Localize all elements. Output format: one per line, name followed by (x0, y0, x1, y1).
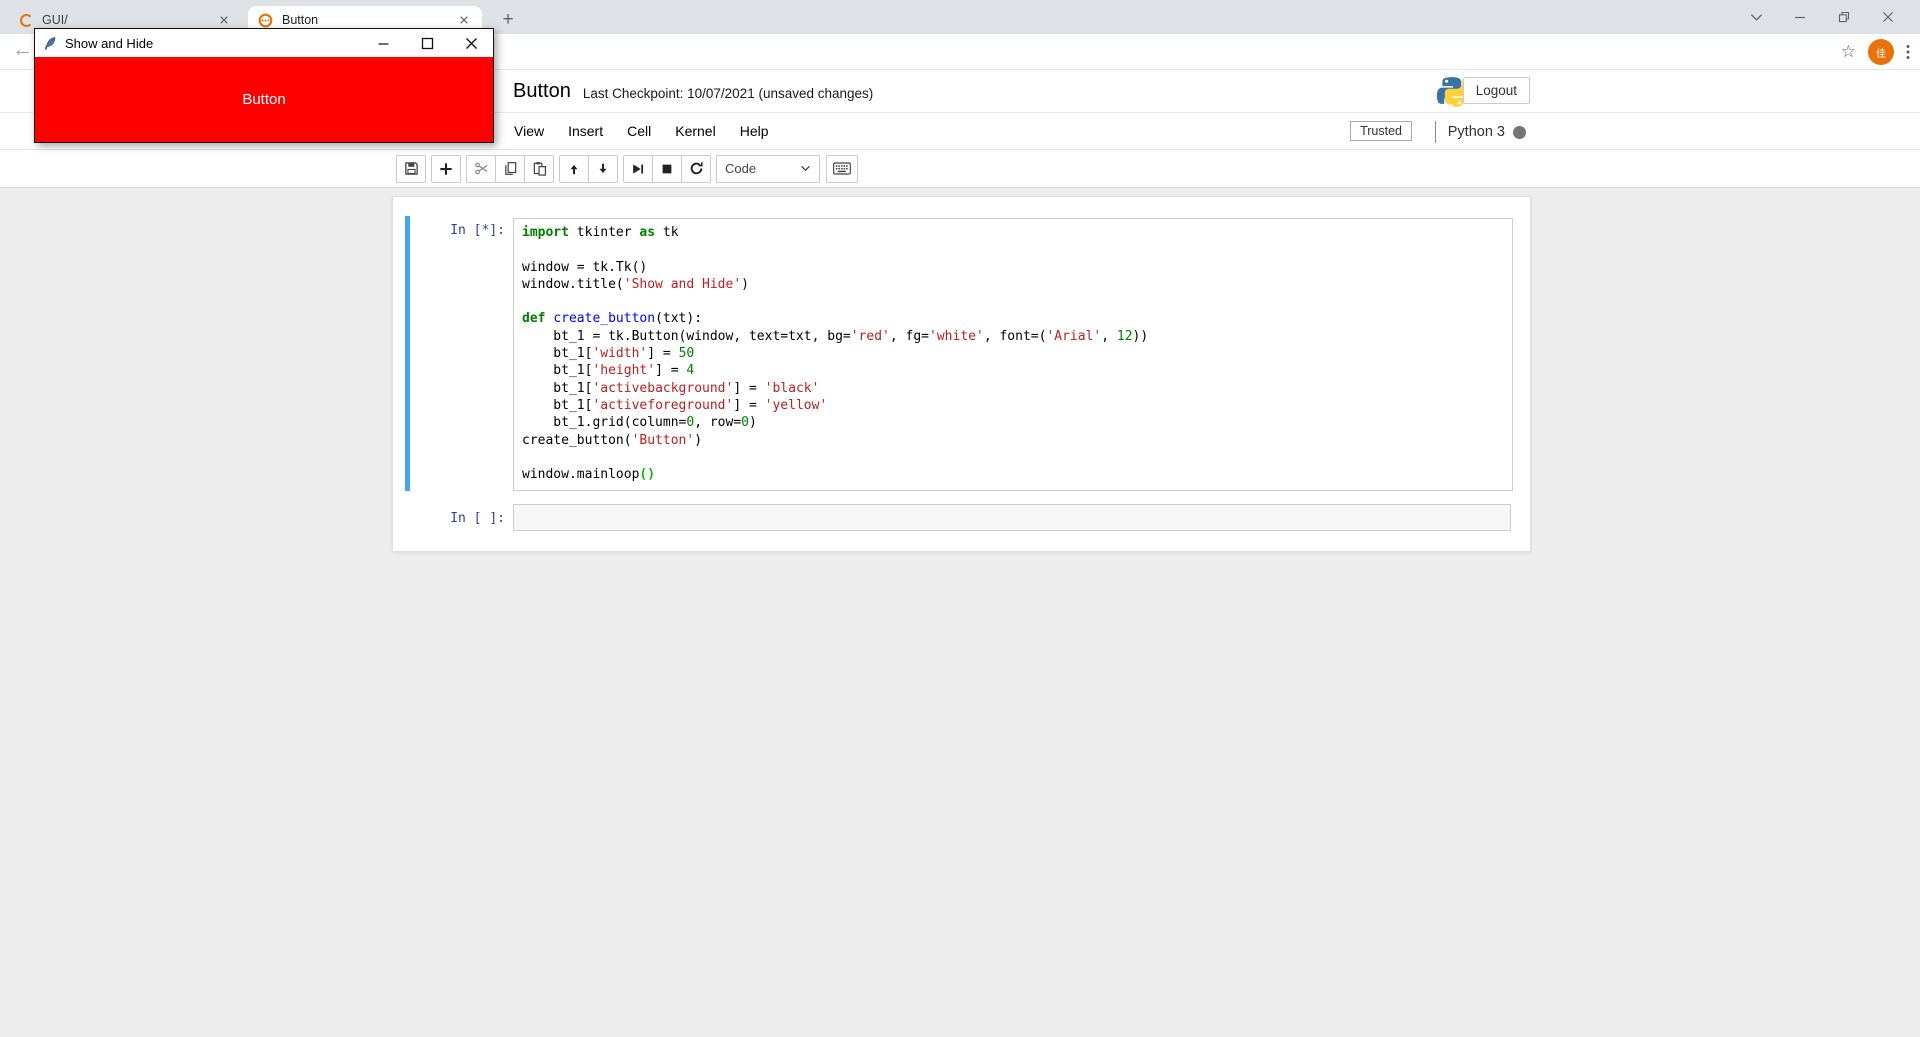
menu-insert[interactable]: Insert (556, 123, 615, 139)
profile-avatar[interactable]: 佳 (1868, 39, 1894, 65)
run-button[interactable] (623, 154, 653, 183)
window-controls (1734, 0, 1910, 34)
cell-prompt: In [*]: (450, 223, 505, 238)
add-cell-button[interactable] (431, 154, 461, 183)
tab-search-chevron-icon[interactable] (1734, 0, 1778, 34)
tab-label: Button (282, 13, 319, 27)
screen: GUI/ Button + ← ☆ 佳 Button Last Checkpoi… (0, 0, 1920, 1037)
new-tab-button[interactable]: + (496, 8, 520, 32)
kernel-indicator: Python 3 (1434, 113, 1526, 151)
cell-type-select[interactable]: Code (716, 154, 820, 183)
chevron-down-icon (800, 165, 811, 172)
command-palette-button[interactable] (826, 154, 858, 183)
cut-button[interactable] (466, 154, 496, 183)
tk-window-title: Show and Hide (65, 35, 154, 51)
menu-cell[interactable]: Cell (615, 123, 663, 139)
tk-minimize-icon[interactable] (361, 29, 405, 57)
tk-window[interactable]: Show and Hide Button (34, 28, 494, 143)
window-close-icon[interactable] (1866, 0, 1910, 34)
bookmark-star-icon[interactable]: ☆ (1841, 42, 1856, 62)
window-restore-icon[interactable] (1822, 0, 1866, 34)
tk-button-label: Button (242, 91, 286, 108)
jupyter-busy-icon (258, 13, 273, 28)
loading-spinner-icon (20, 13, 33, 27)
cell-prompt: In [ ]: (450, 511, 505, 526)
tab-label: GUI/ (42, 13, 68, 27)
selected-cell-indicator (405, 216, 410, 491)
tk-maximize-icon[interactable] (405, 29, 449, 57)
move-up-button[interactable] (559, 154, 589, 183)
checkpoint-status: Last Checkpoint: 10/07/2021 (unsaved cha… (582, 85, 874, 101)
code-cell[interactable]: In [*]: import tkinter as tk window = tk… (405, 216, 1513, 491)
restart-button[interactable] (681, 154, 711, 183)
empty-cell[interactable]: In [ ]: (405, 504, 1513, 532)
tk-titlebar[interactable]: Show and Hide (35, 29, 493, 57)
kernel-busy-icon (1513, 125, 1526, 139)
tab-close-icon[interactable] (456, 12, 472, 28)
empty-code-editor[interactable] (513, 504, 1511, 531)
paste-button[interactable] (524, 154, 554, 183)
tk-feather-icon (43, 36, 57, 51)
browser-menu-icon[interactable] (1906, 44, 1910, 60)
tk-close-icon[interactable] (449, 29, 493, 57)
menu-view[interactable]: View (502, 123, 556, 139)
toolbar-buttons (396, 154, 711, 183)
tk-red-button[interactable]: Button (35, 57, 493, 142)
logout-button[interactable]: Logout (1462, 77, 1530, 104)
code-editor[interactable]: import tkinter as tk window = tk.Tk() win… (513, 218, 1513, 491)
back-icon[interactable]: ← (12, 38, 33, 62)
move-down-button[interactable] (588, 154, 618, 183)
copy-button[interactable] (495, 154, 525, 183)
menu-help[interactable]: Help (728, 123, 781, 139)
divider (1434, 121, 1436, 143)
tab-close-icon[interactable] (216, 12, 232, 28)
stop-button[interactable] (652, 154, 682, 183)
cell-type-value: Code (725, 161, 757, 176)
save-button[interactable] (396, 154, 426, 183)
navbar-right: ☆ 佳 (1841, 34, 1910, 70)
notebook-toolbar: Code (0, 150, 1920, 188)
menu-kernel[interactable]: Kernel (663, 123, 727, 139)
notebook-title[interactable]: Button (513, 80, 571, 103)
menu-items: View Insert Cell Kernel Help (502, 123, 781, 139)
window-minimize-icon[interactable] (1778, 0, 1822, 34)
trusted-badge[interactable]: Trusted (1350, 121, 1412, 141)
notebook-container: In [*]: import tkinter as tk window = tk… (392, 196, 1531, 552)
kernel-name: Python 3 (1447, 124, 1505, 140)
